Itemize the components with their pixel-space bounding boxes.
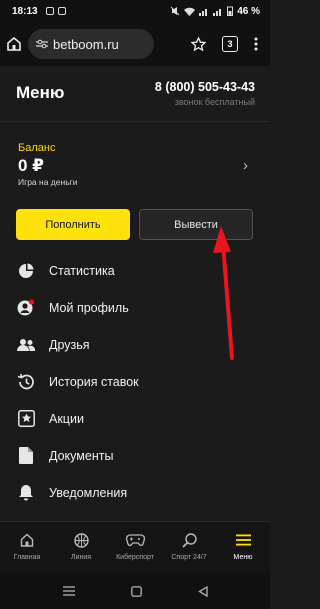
balance-card[interactable]: Баланс 0 ₽ Игра на деньги › [0,122,270,196]
nav-sport-24-7[interactable]: Спорт 24/7 [162,522,216,573]
wifi-icon [184,7,196,16]
nav-menu[interactable]: Меню [216,522,270,573]
menu-item-label: Друзья [49,337,90,352]
menu-item-bet-history[interactable]: История ставок [0,363,270,400]
balance-amount: 0 ₽ [18,156,45,175]
nav-line[interactable]: Линия [54,522,108,573]
profile-icon [17,298,35,317]
document-icon [17,447,35,465]
pie-chart-icon [17,262,35,280]
notification-icon [57,7,66,15]
nav-label: Главная [13,554,41,561]
nav-esports[interactable]: Киберспорт [108,522,162,573]
support-phone[interactable]: 8 (800) 505-43-43 [155,80,255,94]
notification-icon [45,7,54,15]
nav-label: Меню [233,554,253,561]
balance-label: Баланс [18,142,56,154]
signal-icon [199,8,208,16]
friends-icon [17,336,35,354]
menu-item-label: Акции [49,411,84,426]
recents-icon[interactable] [62,586,75,596]
balance-mode: Игра на деньги [18,177,78,187]
menu-item-profile[interactable]: Мой профиль [0,289,270,326]
menu-item-documents[interactable]: Документы [0,437,270,474]
system-indicators: 46 % [170,6,260,17]
status-bar: 18:13 46 % [0,0,270,22]
bell-icon [17,484,35,502]
chevron-right-icon[interactable]: › [243,157,248,174]
address-bar[interactable]: betboom.ru [28,29,154,59]
home-icon [20,531,34,549]
ball-icon [73,531,89,549]
system-navigation [0,573,270,609]
battery-percent: 46 % [237,5,260,17]
gamepad-icon [125,531,145,549]
withdraw-button[interactable]: Вывести [139,209,253,240]
deposit-button[interactable]: Пополнить [16,209,130,240]
menu-item-friends[interactable]: Друзья [0,326,270,363]
menu-header: Меню 8 (800) 505-43-43 звонок бесплатный [0,66,270,122]
menu-icon [235,531,251,549]
menu-item-statistics[interactable]: Статистика [0,252,270,289]
bookmark-star-icon[interactable] [191,36,206,52]
history-icon [17,373,35,391]
url-text: betboom.ru [53,36,119,52]
bottom-nav: Главная Линия Киберспорт Спорт 24/7 Меню [0,521,270,573]
battery-icon [227,6,234,16]
star-icon [17,410,35,428]
menu-item-label: История ставок [49,374,139,389]
racket-icon [181,531,197,549]
home-icon[interactable] [6,36,22,52]
notification-icons [45,7,66,15]
tab-switcher-button[interactable]: 3 [222,36,238,52]
menu-item-notifications[interactable]: Уведомления [0,474,270,511]
menu-item-promotions[interactable]: Акции [0,400,270,437]
menu-item-label: Мой профиль [49,300,129,315]
back-icon[interactable] [197,585,208,597]
nav-home[interactable]: Главная [0,522,54,573]
page-title: Меню [16,83,65,102]
nav-label: Спорт 24/7 [171,554,207,561]
phone-note: звонок бесплатный [174,97,255,107]
nav-label: Линия [70,554,92,561]
browser-toolbar: betboom.ru 3 [0,22,270,66]
mute-icon [170,6,180,16]
menu-item-label: Уведомления [49,485,128,500]
menu-item-label: Статистика [49,263,115,278]
more-vert-icon[interactable] [254,37,258,51]
nav-label: Киберспорт [116,554,154,561]
signal-icon [213,8,222,16]
menu-item-label: Документы [49,448,114,463]
status-time: 18:13 [12,5,38,17]
menu-list: Статистика Мой профиль Друзья История ст… [0,252,270,511]
site-settings-icon[interactable] [36,39,48,49]
system-home-icon[interactable] [130,585,142,597]
